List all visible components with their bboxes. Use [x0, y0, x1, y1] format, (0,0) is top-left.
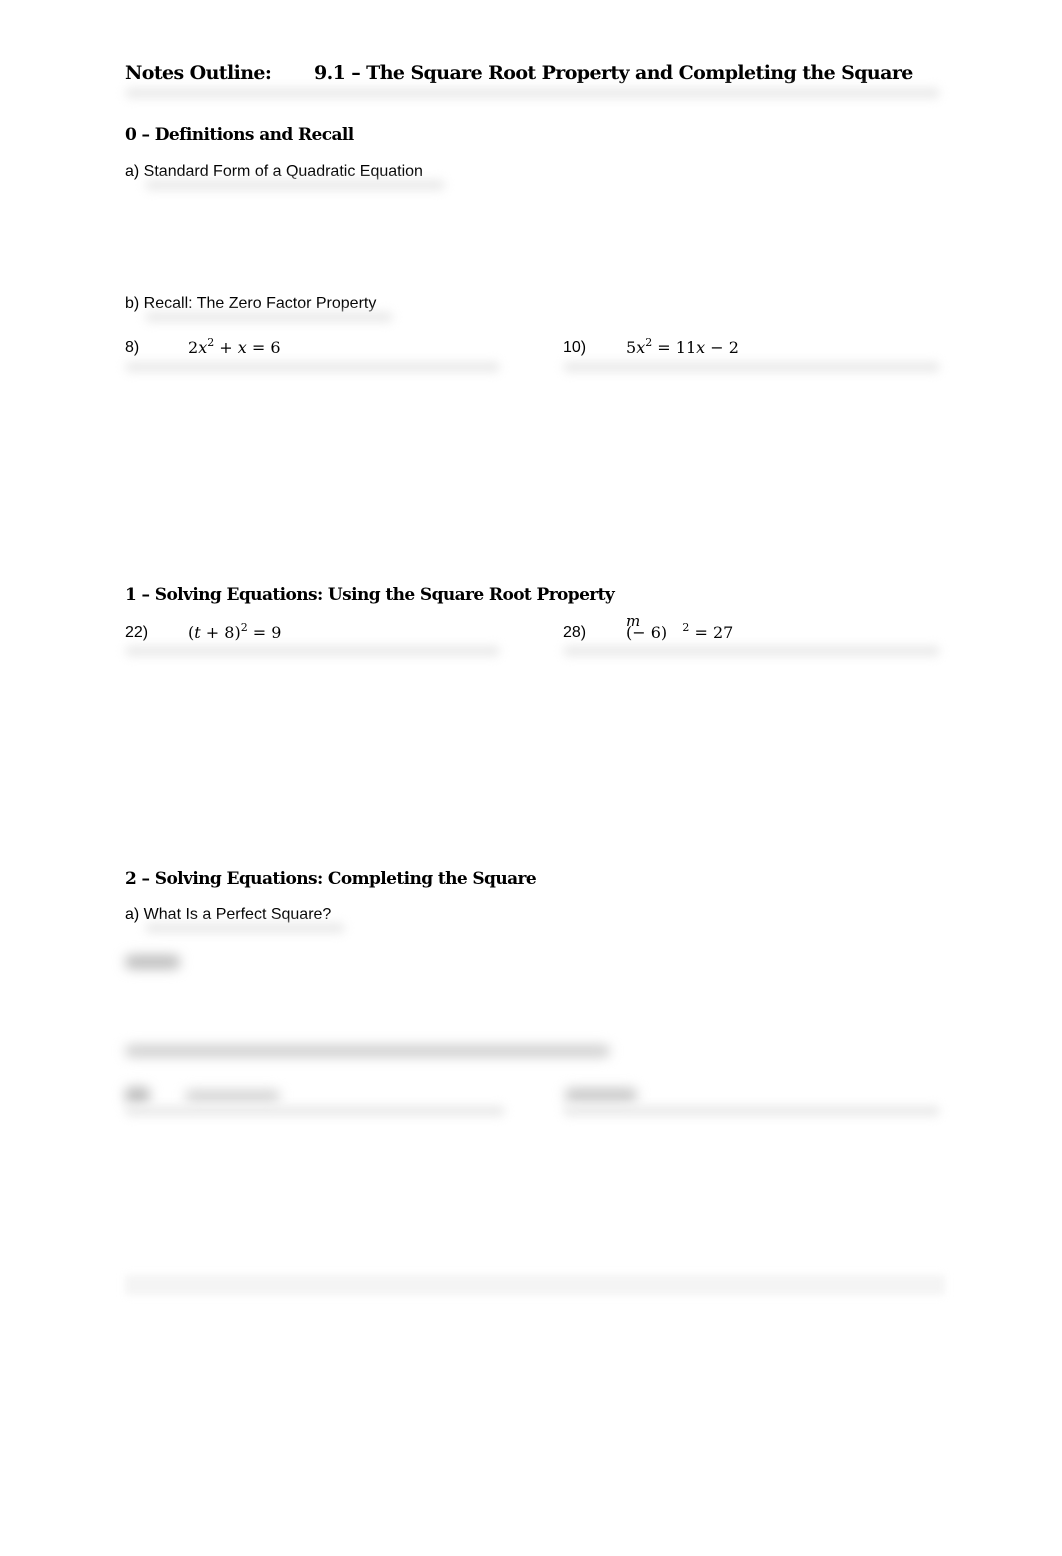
problem-line-shadow [125, 362, 500, 372]
item-b-shadow [145, 312, 393, 322]
section-0-item-a: a) Standard Form of a Quadratic Equation [125, 163, 423, 180]
obscured-label [565, 1088, 637, 1102]
document-title-label: Notes Outline: [125, 62, 272, 84]
problem-line-shadow [563, 1106, 940, 1116]
problem-equation: (t + 8)2 = 9 [188, 621, 282, 642]
section-1-heading: 1 – Solving Equations: Using the Square … [125, 585, 615, 605]
section-0-item-b: b) Recall: The Zero Factor Property [125, 295, 377, 312]
section-0-heading: 0 – Definitions and Recall [125, 125, 354, 145]
problem-equation: (− 6) 2 = 27 [626, 621, 734, 642]
obscured-text-block [125, 955, 180, 969]
problem-line-shadow [125, 1106, 505, 1116]
problem-number: 10) [563, 339, 587, 356]
obscured-heading-block [125, 1045, 610, 1057]
problem-number: 22) [125, 624, 149, 641]
problem-line-shadow [125, 646, 500, 656]
problem-number: 8) [125, 339, 140, 356]
obscured-problem-number [125, 1087, 150, 1103]
title-underline-shadow [125, 88, 940, 98]
problem-line-shadow [563, 362, 940, 372]
item-a-shadow [145, 923, 345, 933]
document-title: 9.1 – The Square Root Property and Compl… [314, 62, 913, 84]
obscured-equation [185, 1090, 280, 1102]
section-2-heading: 2 – Solving Equations: Completing the Sq… [125, 869, 537, 889]
problem-equation: 5x2 = 11x − 2 [626, 336, 739, 357]
problem-equation: 2x2 + x = 6 [188, 336, 281, 357]
item-a-shadow [145, 180, 445, 190]
section-2-item-a: a) What Is a Perfect Square? [125, 906, 332, 923]
problem-number: 28) [563, 624, 587, 641]
problem-line-shadow [563, 646, 940, 656]
obscured-faint-bar [125, 1275, 945, 1295]
